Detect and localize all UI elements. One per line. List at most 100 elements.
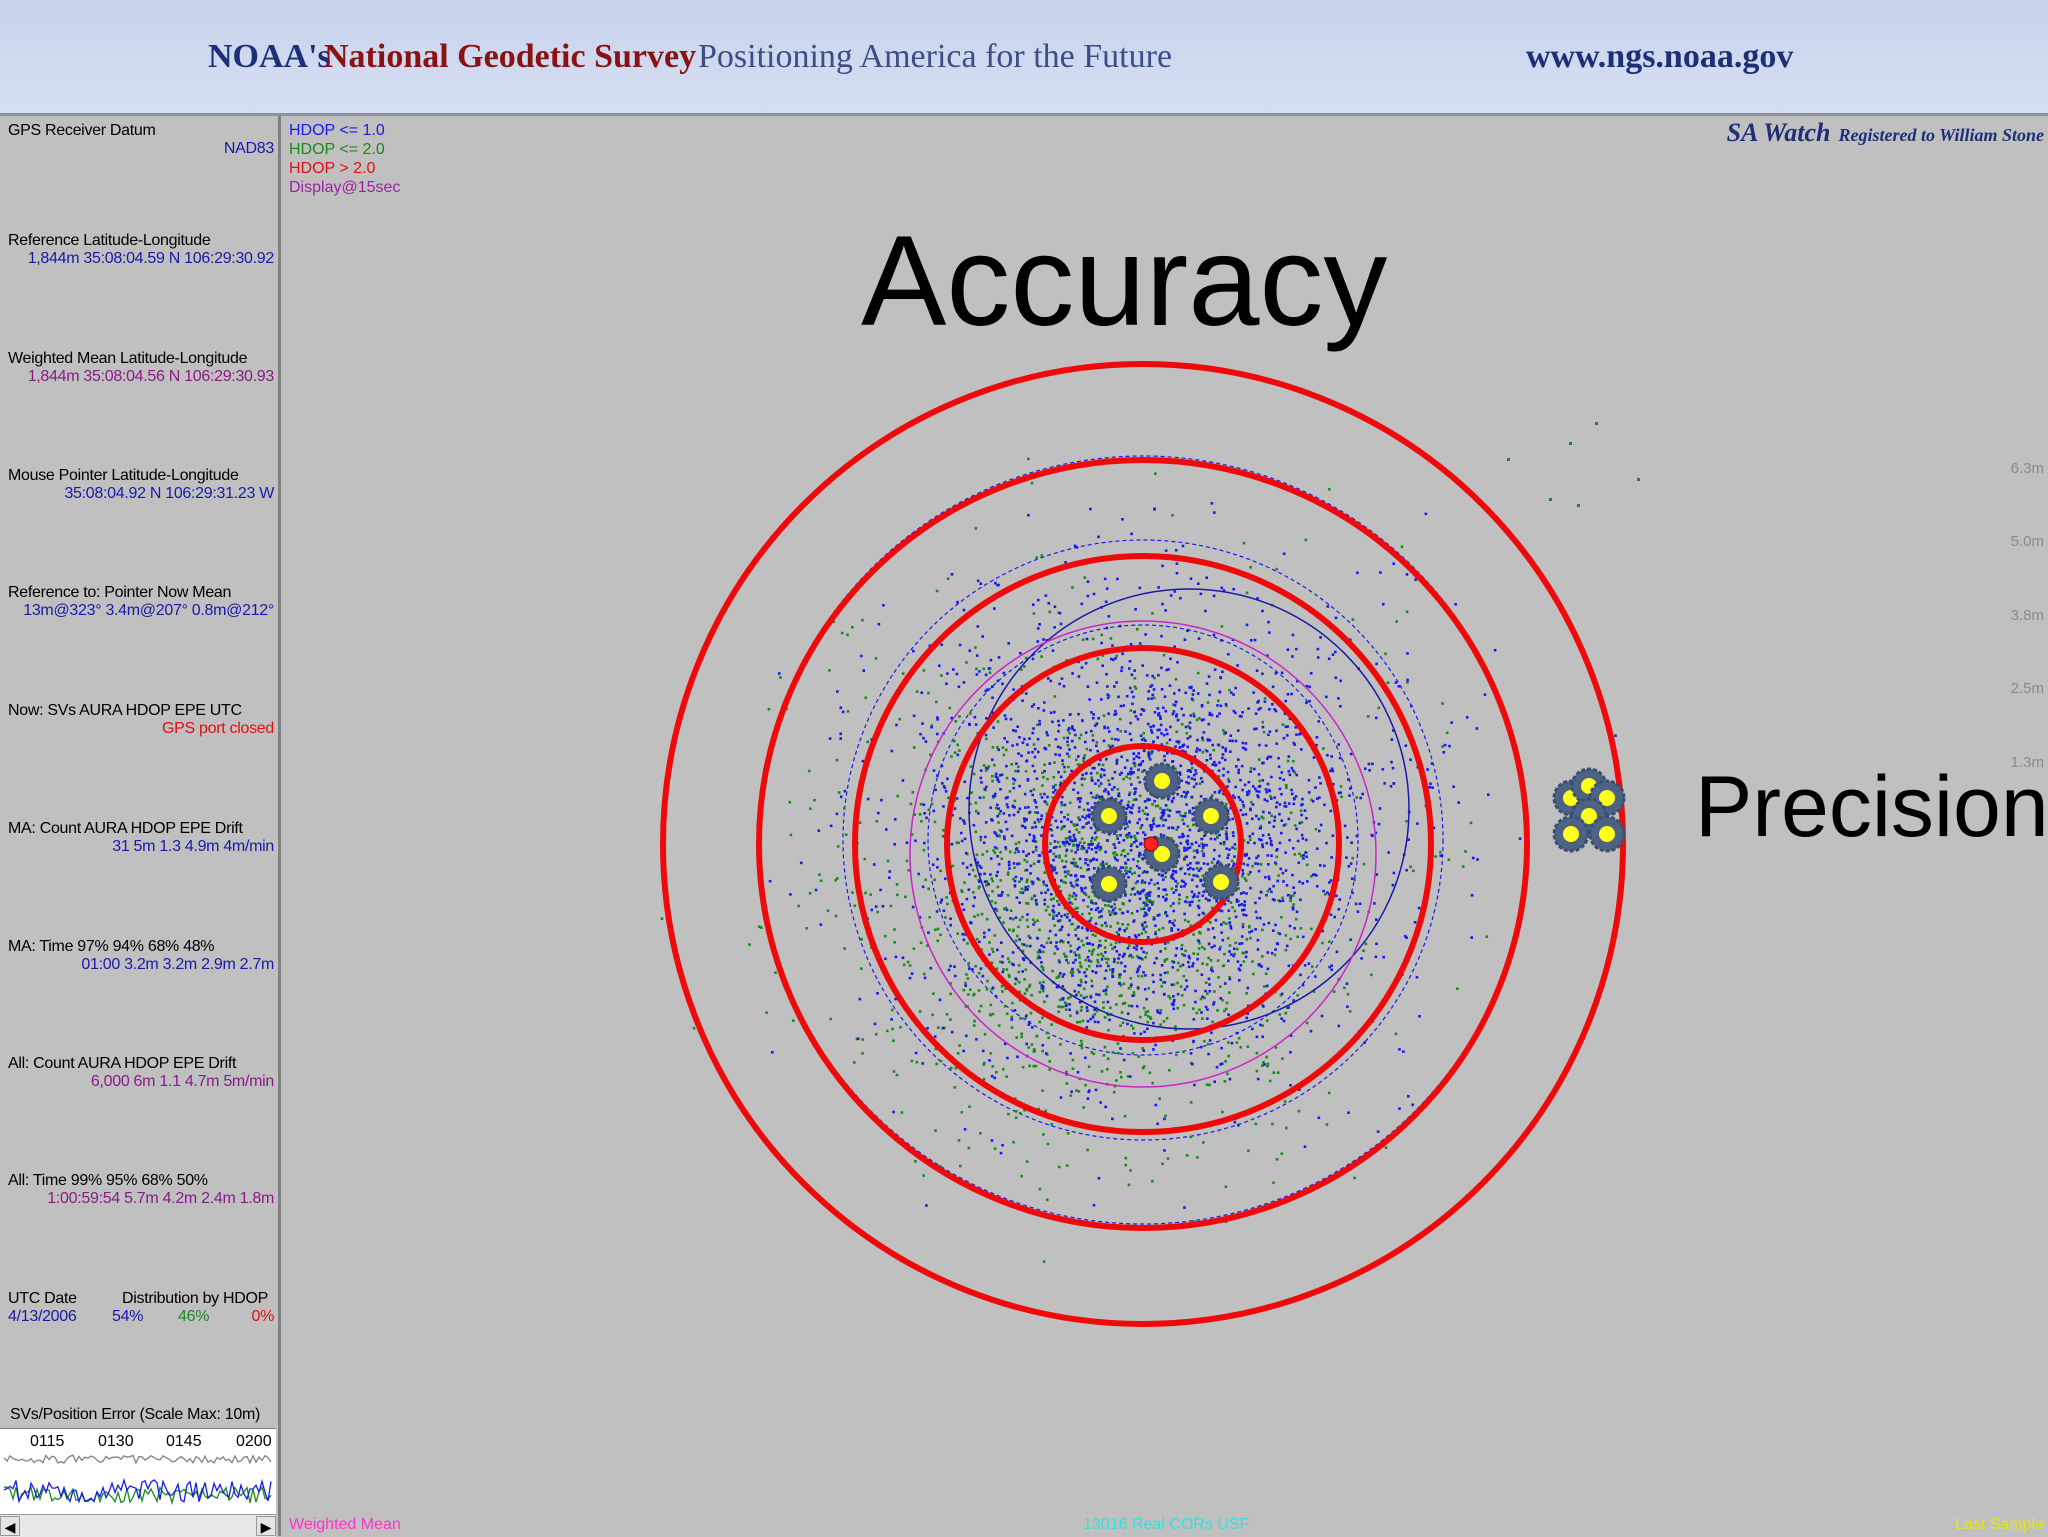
data-point [1329, 809, 1333, 813]
data-point [807, 769, 811, 773]
data-point [1182, 1050, 1185, 1054]
data-point [1195, 750, 1198, 753]
data-point [1266, 890, 1270, 893]
data-point [1137, 806, 1141, 810]
data-point [1464, 850, 1467, 853]
data-point [1085, 968, 1089, 971]
data-point [982, 796, 985, 799]
data-point [1330, 755, 1333, 758]
data-point [1151, 693, 1155, 697]
data-point [1071, 725, 1074, 728]
data-point [1087, 959, 1091, 962]
data-point [1232, 954, 1235, 958]
data-point [956, 753, 960, 757]
data-point [1067, 755, 1071, 758]
data-point [1278, 899, 1282, 903]
data-point [1100, 1070, 1104, 1073]
data-point [1190, 697, 1194, 701]
data-point [965, 1034, 968, 1038]
data-point [1054, 855, 1058, 858]
data-point [886, 1029, 889, 1033]
data-point [853, 1061, 856, 1064]
data-point [1176, 718, 1180, 722]
data-point [993, 607, 996, 610]
data-point [1034, 898, 1038, 902]
data-point [1038, 1020, 1041, 1024]
data-point [1009, 717, 1013, 721]
data-point [1230, 1041, 1234, 1045]
data-point [1084, 958, 1088, 962]
data-point [1234, 739, 1238, 743]
data-point [1086, 594, 1090, 598]
data-point [1137, 810, 1141, 813]
data-point [945, 896, 948, 899]
data-point [1339, 791, 1342, 794]
data-point [1020, 1174, 1023, 1178]
data-point [945, 682, 948, 685]
data-point [1100, 915, 1103, 918]
data-point [1066, 740, 1069, 744]
utc-date-label: UTC Date [8, 1290, 77, 1307]
data-point [1052, 904, 1055, 908]
data-point [1087, 808, 1090, 812]
strip-scrollbar[interactable]: ◀ ▶ [0, 1514, 276, 1537]
data-point [996, 746, 999, 749]
data-point [1287, 755, 1291, 758]
scroll-right-icon[interactable]: ▶ [256, 1516, 276, 1536]
data-point [1493, 648, 1497, 652]
data-point [1409, 865, 1412, 869]
data-point [1018, 784, 1021, 788]
data-point [996, 679, 1000, 683]
data-point [1088, 876, 1092, 879]
scatter-plot-area[interactable]: HDOP <= 1.0 HDOP <= 2.0 HDOP > 2.0 Displ… [281, 116, 2048, 1536]
data-point [985, 850, 989, 853]
data-point [1251, 960, 1254, 963]
data-point [1261, 845, 1265, 849]
data-point [1240, 942, 1244, 945]
data-point [1050, 1123, 1053, 1126]
data-point [1192, 823, 1195, 827]
data-point [1186, 846, 1189, 850]
scroll-left-icon[interactable]: ◀ [0, 1516, 20, 1536]
data-point [1102, 989, 1106, 993]
data-point [1213, 1080, 1216, 1084]
data-point [1081, 926, 1084, 930]
data-point [1300, 748, 1303, 751]
data-point [1036, 811, 1039, 814]
data-point [1080, 1042, 1084, 1046]
data-point [1330, 968, 1333, 972]
data-point [1072, 833, 1076, 837]
data-point [1144, 739, 1147, 742]
data-point [1183, 1206, 1186, 1209]
data-point [1028, 936, 1032, 940]
data-point [1241, 922, 1245, 926]
data-point [1151, 1081, 1154, 1085]
banner-url[interactable]: www.ngs.noaa.gov [1526, 38, 1793, 76]
data-point [1121, 923, 1124, 926]
data-point [1163, 1117, 1166, 1121]
legend-display-rate: Display@15sec [289, 179, 401, 196]
data-point [1008, 975, 1011, 978]
data-point [1172, 1007, 1175, 1011]
data-point [1037, 598, 1040, 602]
data-point [1119, 730, 1122, 733]
data-point [1268, 1079, 1272, 1083]
data-point [919, 732, 922, 736]
data-point [966, 796, 969, 800]
data-point [873, 1022, 877, 1026]
data-point [1111, 1051, 1115, 1054]
data-point [1024, 968, 1028, 971]
data-point [1244, 854, 1247, 857]
data-point [1278, 803, 1282, 806]
data-point [977, 989, 981, 992]
data-point [1010, 763, 1013, 766]
data-point [1119, 1071, 1122, 1074]
data-point [1192, 1039, 1195, 1043]
data-point [1312, 756, 1316, 759]
data-point [980, 781, 983, 784]
data-point [999, 879, 1002, 882]
data-point [1262, 1005, 1265, 1008]
data-point [1225, 837, 1229, 841]
data-point [1120, 755, 1123, 759]
data-point [939, 869, 942, 873]
